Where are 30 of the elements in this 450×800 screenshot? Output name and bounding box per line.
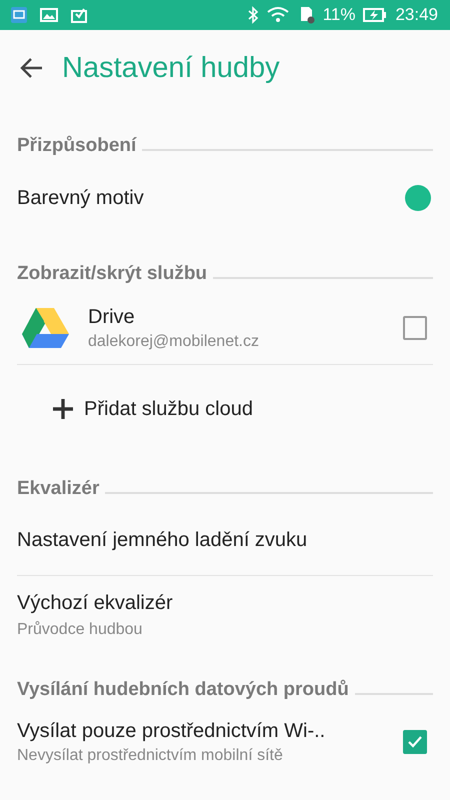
account-name: Drive <box>88 306 136 328</box>
triangle-logo-icon <box>20 306 70 350</box>
section-header: Vysílání hudebních datových proudů <box>17 678 349 702</box>
add-cloud-service-link[interactable]: Přidat službu cloud <box>84 398 253 420</box>
color-swatch[interactable] <box>405 185 431 211</box>
section-header: Zobrazit/skrýt službu <box>17 262 208 286</box>
setting-summary: Nevysílat prostřednictvím mobilní sítě <box>17 746 284 764</box>
setting-label[interactable]: Nastavení jemného ladění zvuku <box>17 528 308 552</box>
setting-label[interactable]: Barevný motiv <box>17 186 144 210</box>
checkbox[interactable] <box>403 316 427 340</box>
battery-charging-icon <box>363 7 388 23</box>
checkmark-icon <box>407 735 423 749</box>
setting-label[interactable]: Vysílat pouze prostřednictvím Wi-.. <box>17 720 326 742</box>
wifi-icon <box>266 6 291 24</box>
image-icon <box>40 8 58 22</box>
screen-cast-icon <box>10 6 28 24</box>
sd-card-icon <box>298 6 315 24</box>
clipboard-check-icon <box>70 6 88 24</box>
bluetooth-icon <box>246 6 259 24</box>
back-arrow-icon[interactable] <box>20 57 44 79</box>
section-header: Přizpůsobení <box>17 134 136 158</box>
plus-icon[interactable] <box>52 398 74 420</box>
section-header: Ekvalizér <box>17 477 100 501</box>
clock: 23:49 <box>395 5 438 25</box>
checkbox[interactable] <box>403 730 427 754</box>
setting-summary: Průvodce hudbou <box>17 620 142 638</box>
screen-title: Nastavení hudby <box>62 52 280 84</box>
account-email: dalekorej@mobilenet.cz <box>88 332 260 350</box>
battery-percent: 11% <box>322 5 356 25</box>
setting-label[interactable]: Výchozí ekvalizér <box>17 592 173 614</box>
